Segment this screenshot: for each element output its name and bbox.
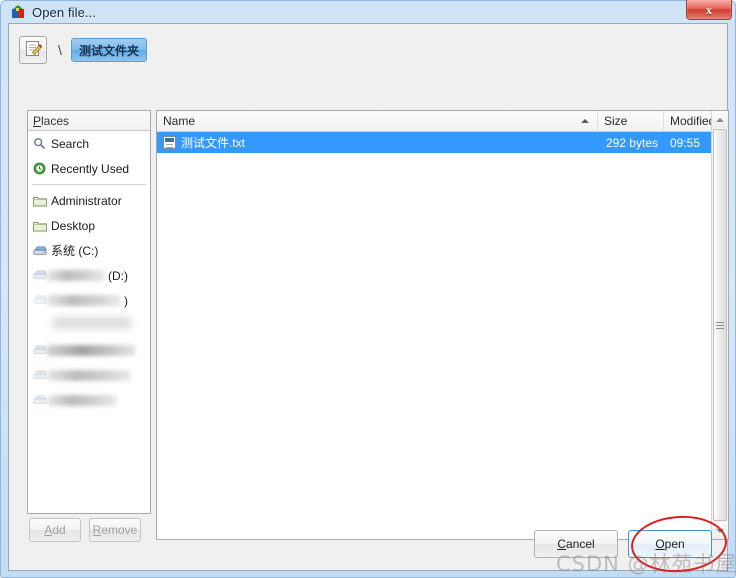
table-row[interactable]: 测试文件.txt 292 bytes 09:55 [157,132,728,153]
redacted-label [47,345,135,356]
sidebar-item-label: ) [124,293,128,308]
sidebar-item-drive-blurred-4[interactable] [28,363,150,388]
recent-clock-icon [33,162,51,175]
add-button-label: dd [52,523,66,537]
folder-icon [33,220,51,232]
sidebar-item-label: Recently Used [51,161,130,176]
sidebar-item-administrator[interactable]: Administrator [28,188,150,213]
drive-icon [33,369,47,383]
sidebar-item-label: Administrator [51,193,122,208]
folder-icon [33,195,51,207]
file-name-cell: 测试文件.txt [157,134,598,151]
text-file-icon [163,136,176,149]
close-button[interactable]: x [686,0,732,20]
path-bar: \ 测试文件夹 [19,36,148,64]
sidebar-item-desktop[interactable]: Desktop [28,213,150,238]
window-title: Open file... [32,4,97,20]
scroll-down-button[interactable] [712,522,728,539]
sidebar-item-drive-d[interactable]: (D:) [28,263,150,288]
drive-icon [33,344,47,358]
dialog-client-area: \ 测试文件夹 Places Search Recently Used Admi… [8,23,729,571]
redacted-label [47,270,105,281]
remove-button-label: emove [101,523,138,537]
sidebar-item-label: (D:) [108,268,128,283]
drive-icon [33,294,47,308]
places-header: Places [28,111,150,131]
sidebar-item-label: 系统 (C:) [51,244,99,258]
drive-icon [33,245,51,256]
open-button-label: Open [655,537,685,551]
sidebar-item-drive-blurred-1[interactable]: ) [28,288,150,313]
open-file-dialog: Open file... x \ 测试文件夹 P laces Search Re… [0,0,736,578]
open-button[interactable]: Open [628,530,712,558]
column-header-label: Modified [670,114,716,128]
breadcrumb-current-folder[interactable]: 测试文件夹 [71,38,148,62]
remove-mnemonic: R [92,523,102,537]
close-icon: x [706,2,712,17]
cancel-button[interactable]: Cancel [534,530,618,558]
path-separator: \ [58,42,62,58]
add-place-button[interactable]: Add [29,518,81,542]
grip-icon [716,321,724,329]
places-buttons: Add Remove [29,518,141,542]
sort-ascending-icon [581,119,589,123]
drive-icon [33,269,47,283]
file-list-panel: Name Size Modified 测试文件.txt 292 bytes 09… [156,110,729,540]
cube-icon [10,4,26,20]
remove-place-button[interactable]: Remove [89,518,141,542]
file-size-cell: 292 bytes [605,135,658,150]
sidebar-item-recently-used[interactable]: Recently Used [28,156,150,181]
column-header-label: Size [604,114,628,128]
scroll-up-button[interactable] [712,111,728,128]
sidebar-item-drive-blurred-2[interactable] [28,313,150,338]
scrollbar-thumb[interactable] [713,129,727,521]
sidebar-item-drive-blurred-5[interactable] [28,388,150,413]
edit-folder-icon [25,40,42,60]
file-name-label: 测试文件.txt [181,136,246,150]
sidebar-item-drive-c[interactable]: 系统 (C:) [28,238,150,263]
redacted-label [47,395,117,406]
dialog-actions: Cancel Open [534,530,712,558]
column-header-size[interactable]: Size [598,111,664,131]
column-headers: Name Size Modified [157,111,728,132]
sidebar-item-search[interactable]: Search [28,131,150,156]
sidebar-item-label: Search [51,136,90,151]
titlebar: Open file... x [8,0,732,23]
add-mnemonic: A [44,523,53,537]
search-icon [33,137,51,150]
places-panel: Places Search Recently Used Administrato… [27,110,151,514]
column-header-name[interactable]: Name [157,111,598,131]
chevron-up-icon [716,117,724,122]
cancel-button-label: Cancel [557,537,595,551]
column-header-label: Name [163,114,196,128]
redacted-label [47,370,131,381]
vertical-scrollbar[interactable] [711,111,728,539]
redacted-label [52,317,132,329]
sidebar-item-drive-blurred-3[interactable] [28,338,150,363]
sidebar-divider [32,184,146,185]
create-folder-button[interactable] [19,36,47,64]
places-header-label: laces [41,113,70,128]
chevron-down-icon [716,528,724,533]
redacted-label [47,295,121,306]
drive-icon [33,394,47,408]
sidebar-item-label: Desktop [51,218,96,233]
